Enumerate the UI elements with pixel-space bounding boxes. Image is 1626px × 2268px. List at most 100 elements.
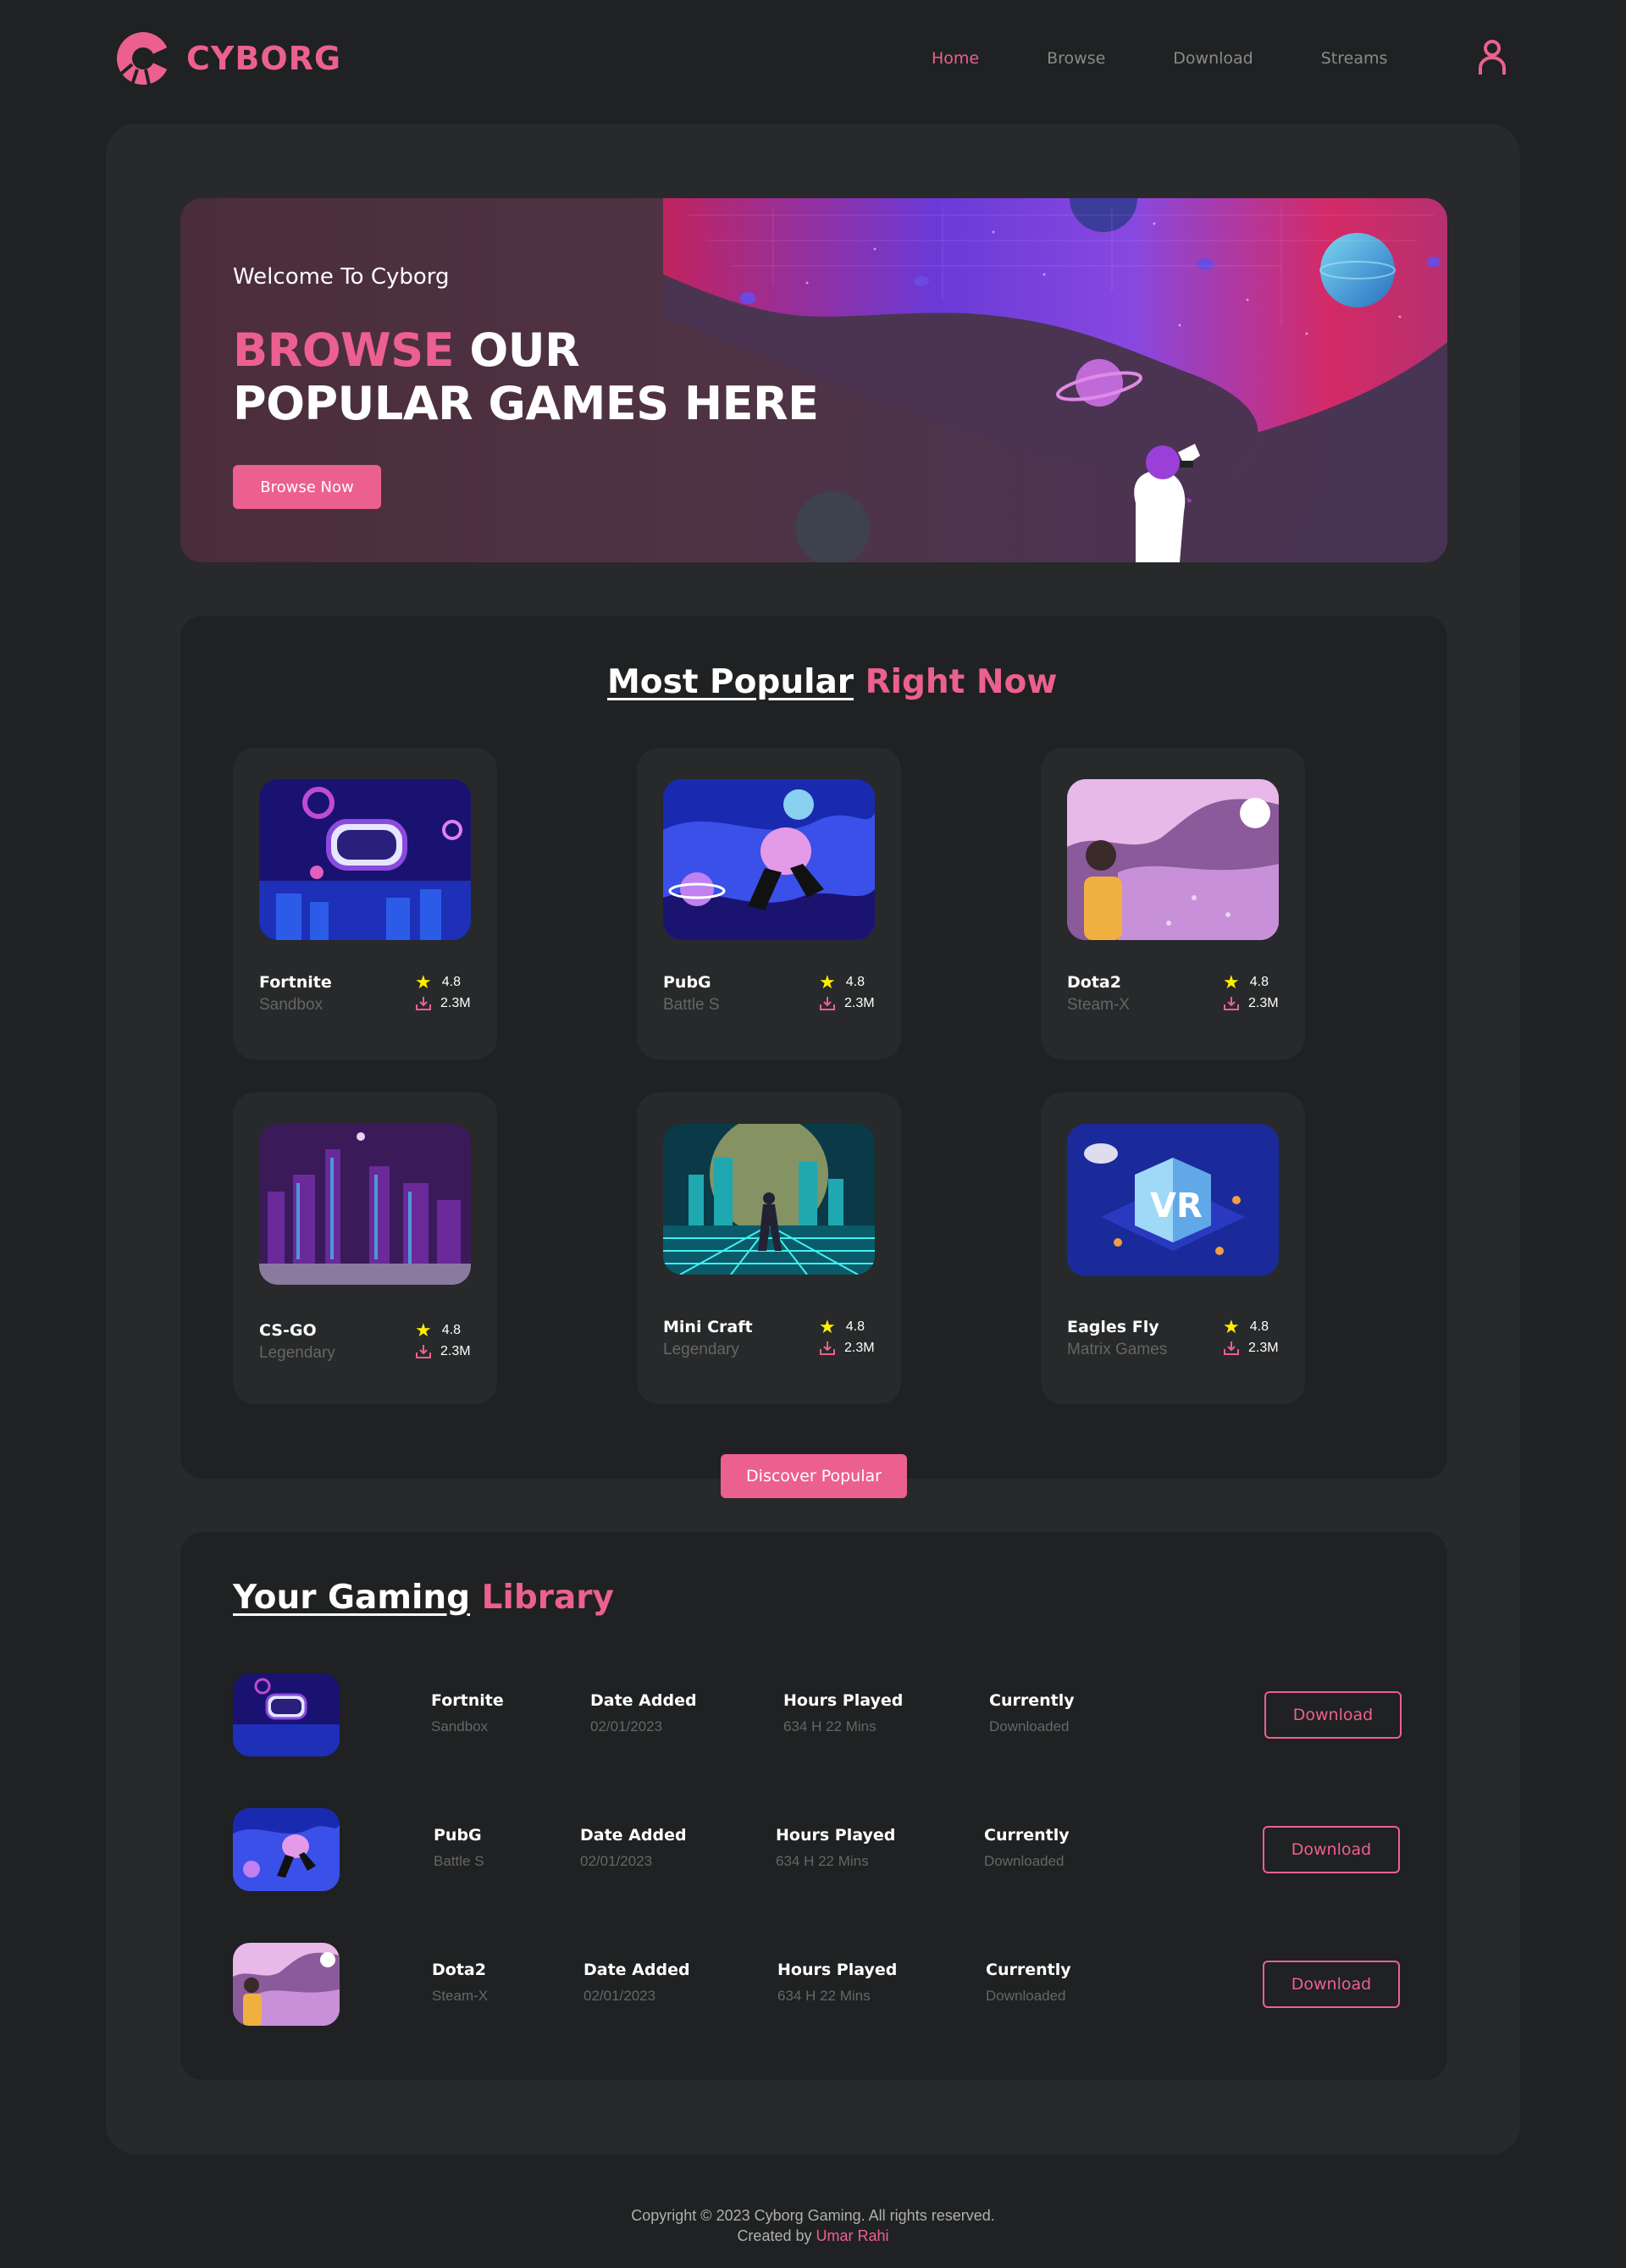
library-row: Dota2 Steam-X Date Added 02/01/2023 Hours … — [233, 1943, 1400, 2026]
download-button[interactable]: Download — [1263, 1826, 1400, 1873]
game-downloads: 2.3M — [1223, 1341, 1279, 1356]
game-card[interactable]: PubG Battle S ★ 4.8 2.3M — [637, 748, 901, 1059]
svg-text:VR: VR — [1150, 1187, 1203, 1225]
game-card[interactable]: Dota2 Steam-X ★ 4.8 2.3M — [1041, 748, 1305, 1059]
section-heading: Your Gaming Library — [233, 1579, 614, 1617]
heading-main: Most Popular — [607, 663, 854, 701]
download-icon — [1224, 1341, 1239, 1355]
library-date: Date Added 02/01/2023 — [583, 1961, 690, 2005]
page-container: Welcome To Cyborg BROWSE OUR POPULAR GAM… — [106, 124, 1520, 2155]
star-icon: ★ — [1223, 971, 1240, 993]
star-icon: ★ — [819, 1316, 836, 1337]
game-name: Mini Craft — [663, 1318, 753, 1336]
author-link[interactable]: Umar Rahi — [816, 2227, 889, 2244]
downloads-value: 2.3M — [1248, 1341, 1279, 1355]
library-game: Dota2 Steam-X — [432, 1961, 488, 2005]
rating-value: 4.8 — [1249, 975, 1269, 989]
game-category: Matrix Games — [1067, 1341, 1168, 1358]
logo[interactable]: CYBORG — [115, 30, 341, 86]
hours-label: Hours Played — [783, 1691, 904, 1710]
cyborg-logo-icon — [117, 32, 171, 86]
date-label: Date Added — [590, 1691, 697, 1710]
rating-value: 4.8 — [845, 975, 865, 989]
rating-value: 4.8 — [441, 975, 461, 989]
nav-streams[interactable]: Streams — [1321, 49, 1388, 68]
user-profile-icon[interactable] — [1477, 39, 1507, 76]
game-thumbnail — [259, 779, 471, 940]
game-downloads: 2.3M — [1223, 996, 1279, 1011]
date-value: 02/01/2023 — [590, 1718, 663, 1734]
status-value: Downloaded — [989, 1718, 1070, 1734]
heading-main: Your Gaming — [233, 1579, 471, 1617]
most-popular-section: Most Popular Right Now Fortnite Sandbox — [180, 616, 1447, 1498]
copyright-text: Copyright © 2023 Cyborg Gaming. All righ… — [631, 2207, 995, 2224]
star-icon: ★ — [415, 971, 432, 993]
main-nav: Home Browse Download Streams — [932, 49, 1387, 68]
library-hours: Hours Played 634 H 22 Mins — [783, 1691, 903, 1735]
download-icon — [416, 997, 431, 1010]
game-thumbnail — [259, 1124, 471, 1285]
downloads-value: 2.3M — [844, 996, 875, 1010]
date-value: 02/01/2023 — [580, 1853, 653, 1869]
nav-home[interactable]: Home — [932, 49, 979, 68]
library-hours: Hours Played 634 H 22 Mins — [777, 1961, 897, 2005]
game-rating: ★ 4.8 — [819, 1316, 865, 1337]
discover-popular-button[interactable]: Discover Popular — [721, 1454, 907, 1498]
library-game: PubG Battle S — [434, 1826, 484, 1870]
star-icon: ★ — [819, 971, 836, 993]
game-category: Legendary — [259, 1344, 335, 1362]
game-category: Sandbox — [259, 996, 324, 1014]
title-rest: OUR — [469, 324, 580, 377]
game-rating: ★ 4.8 — [1223, 971, 1269, 993]
game-downloads: 2.3M — [415, 996, 471, 1011]
library-thumbnail — [233, 1808, 340, 1891]
game-card[interactable]: VR Eagles Fly Matrix Games ★ 4.8 2.3M — [1041, 1093, 1305, 1404]
heading-highlight: Library — [481, 1579, 614, 1617]
download-button[interactable]: Download — [1264, 1691, 1402, 1739]
game-card[interactable]: Fortnite Sandbox ★ 4.8 2.3M — [233, 748, 497, 1059]
site-header: CYBORG Home Browse Download Streams — [0, 0, 1626, 124]
library-game: Fortnite Sandbox — [431, 1691, 504, 1735]
hours-value: 634 H 22 Mins — [776, 1853, 869, 1869]
date-label: Date Added — [580, 1826, 687, 1845]
downloads-value: 2.3M — [1248, 996, 1279, 1010]
rating-value: 4.8 — [441, 1323, 461, 1337]
game-rating: ★ 4.8 — [1223, 1318, 1269, 1336]
game-name: Dota2 — [1067, 973, 1121, 992]
library-thumbnail — [233, 1943, 340, 2026]
welcome-text: Welcome To Cyborg — [233, 264, 450, 290]
downloads-value: 2.3M — [844, 1341, 875, 1355]
status-label: Currently — [984, 1826, 1070, 1845]
library-row: Fortnite Sandbox Date Added 02/01/2023 Hou… — [233, 1673, 1402, 1756]
status-value: Downloaded — [984, 1853, 1065, 1869]
game-name: Fortnite — [431, 1691, 504, 1710]
library-thumbnail — [233, 1673, 340, 1756]
game-card[interactable]: CS-GO Legendary ★ 4.8 2.3M — [233, 1093, 497, 1404]
site-footer: Copyright © 2023 Cyborg Gaming. All righ… — [0, 2205, 1626, 2246]
hours-value: 634 H 22 Mins — [783, 1718, 877, 1734]
date-label: Date Added — [583, 1961, 690, 1979]
game-card[interactable]: Mini Craft Legendary ★ 4.8 2.3M — [637, 1093, 901, 1404]
status-label: Currently — [989, 1691, 1075, 1710]
game-category: Legendary — [663, 1341, 739, 1358]
game-rating: ★ 4.8 — [415, 1321, 461, 1340]
game-downloads: 2.3M — [415, 1344, 471, 1359]
download-icon — [416, 1345, 431, 1358]
title-highlight: BROWSE — [233, 324, 455, 377]
game-category: Battle S — [663, 996, 720, 1014]
game-category: Steam-X — [1067, 996, 1130, 1014]
gaming-library-section: Your Gaming Library Fortnite Sandbox Date… — [180, 1532, 1447, 2080]
library-status: Currently Downloaded — [984, 1826, 1070, 1870]
nav-browse[interactable]: Browse — [1047, 49, 1105, 68]
game-thumbnail — [663, 1124, 875, 1275]
download-button[interactable]: Download — [1263, 1961, 1400, 2008]
game-category: Sandbox — [431, 1718, 489, 1734]
rating-value: 4.8 — [1249, 1319, 1269, 1334]
status-value: Downloaded — [986, 1988, 1066, 2004]
nav-download[interactable]: Download — [1173, 49, 1253, 68]
rating-value: 4.8 — [845, 1319, 865, 1334]
game-name: PubG — [663, 973, 711, 992]
download-icon — [820, 1341, 835, 1355]
library-row: PubG Battle S Date Added 02/01/2023 Hours … — [233, 1808, 1400, 1891]
browse-now-button[interactable]: Browse Now — [233, 465, 381, 509]
